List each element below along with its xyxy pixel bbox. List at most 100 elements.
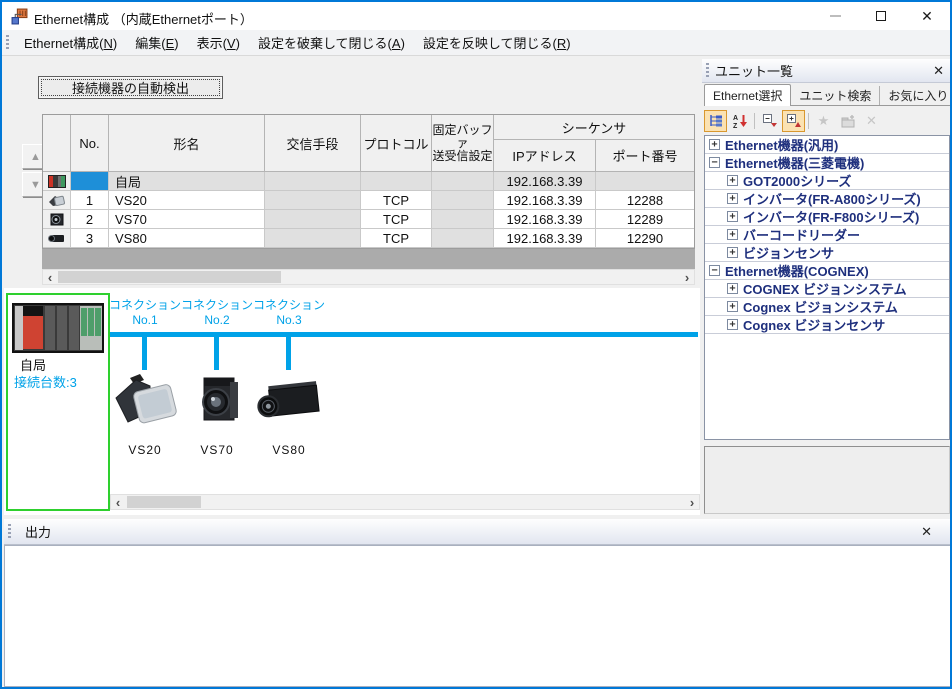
unit-list-tabs: Ethernet選択 ユニット検索 お気に入り <box>704 85 950 106</box>
expand-all-button[interactable] <box>782 110 805 132</box>
tree-item-cognex-vision-system-caps[interactable]: + COGNEX ビジョンシステム <box>705 280 949 298</box>
device-image-vs70[interactable] <box>190 372 246 428</box>
cell-no[interactable]: 1 <box>71 191 109 210</box>
cell-protocol[interactable]: TCP <box>361 210 432 229</box>
host-connection-count: 接続台数:3 <box>14 372 77 391</box>
device-image-vs20[interactable] <box>110 368 180 432</box>
expand-box-icon[interactable]: + <box>727 193 738 204</box>
row-icon-cell <box>43 191 71 210</box>
cell-fixed-buffer[interactable] <box>432 172 494 191</box>
collapse-all-button[interactable] <box>758 110 781 132</box>
expand-box-icon[interactable]: + <box>727 247 738 258</box>
unit-list-close-icon[interactable]: ✕ <box>933 64 944 77</box>
cell-fixed-buffer[interactable] <box>432 210 494 229</box>
menu-edit[interactable]: 編集(E) <box>126 29 187 56</box>
cell-fixed-buffer[interactable] <box>432 191 494 210</box>
minimize-button[interactable] <box>812 2 858 30</box>
tree-item-got2000[interactable]: + GOT2000シリーズ <box>705 172 949 190</box>
connection-drop-line <box>286 337 291 370</box>
cell-protocol[interactable] <box>361 172 432 191</box>
host-station-box[interactable]: 自局 接続台数:3 <box>6 293 110 511</box>
cell-port[interactable]: 12288 <box>596 191 694 210</box>
expand-box-icon[interactable]: + <box>727 229 738 240</box>
cell-protocol[interactable]: TCP <box>361 191 432 210</box>
unit-list-grip[interactable] <box>706 63 709 78</box>
connection-drop-line <box>214 337 219 370</box>
display-format-button[interactable] <box>704 110 727 132</box>
header-comm: 交信手段 <box>265 115 361 172</box>
cell-model[interactable]: VS70 <box>109 210 265 229</box>
tree-item-ethernet-cognex[interactable]: − Ethernet機器(COGNEX) <box>705 262 949 280</box>
close-button[interactable]: ✕ <box>904 2 950 30</box>
cell-no[interactable]: 3 <box>71 229 109 248</box>
expand-box-icon[interactable]: + <box>727 301 738 312</box>
cell-comm[interactable] <box>265 191 361 210</box>
menu-ethernet-config[interactable]: Ethernet構成(N) <box>15 29 126 56</box>
unit-list-toolbar: A Z ★ <box>704 108 950 134</box>
expand-box-icon[interactable]: + <box>727 175 738 186</box>
cell-comm[interactable] <box>265 229 361 248</box>
cell-no[interactable]: 2 <box>71 210 109 229</box>
sort-az-icon: A Z <box>732 113 748 129</box>
cell-model[interactable]: VS80 <box>109 229 265 248</box>
output-grip[interactable] <box>8 524 11 539</box>
cell-model[interactable]: 自局 <box>109 172 265 191</box>
tree-item-inverter-frf800[interactable]: + インバータ(FR-F800シリーズ) <box>705 208 949 226</box>
menubar-grip[interactable] <box>6 35 9 50</box>
tree-item-barcode-reader[interactable]: + バーコードリーダー <box>705 226 949 244</box>
tree-item-inverter-fra800[interactable]: + インバータ(FR-A800シリーズ) <box>705 190 949 208</box>
cell-protocol[interactable]: TCP <box>361 229 432 248</box>
tab-unit-search[interactable]: ユニット検索 <box>791 86 880 105</box>
tree-item-cognex-vision-sensor[interactable]: + Cognex ビジョンセンサ <box>705 316 949 334</box>
menu-apply-close[interactable]: 設定を反映して閉じる(R) <box>414 29 580 56</box>
cell-port[interactable] <box>596 172 694 191</box>
device-image-vs80[interactable] <box>256 378 324 426</box>
cell-ip[interactable]: 192.168.3.39 <box>494 229 596 248</box>
tree-item-ethernet-mitsubishi[interactable]: − Ethernet機器(三菱電機) <box>705 154 949 172</box>
cell-fixed-buffer[interactable] <box>432 229 494 248</box>
output-close-icon[interactable]: ✕ <box>921 525 932 538</box>
scroll-right-icon[interactable]: › <box>685 495 699 509</box>
expand-box-icon[interactable]: + <box>727 283 738 294</box>
tree-item-vision-sensor[interactable]: + ビジョンセンサ <box>705 244 949 262</box>
unit-info-box <box>704 446 950 514</box>
cell-comm[interactable] <box>265 172 361 191</box>
tree-item-cognex-vision-system[interactable]: + Cognex ビジョンシステム <box>705 298 949 316</box>
collapse-box-icon[interactable]: − <box>709 157 720 168</box>
favorite-button[interactable]: ★ <box>812 110 835 132</box>
cell-ip[interactable]: 192.168.3.39 <box>494 172 596 191</box>
menu-view[interactable]: 表示(V) <box>188 29 249 56</box>
maximize-button[interactable] <box>858 2 904 30</box>
cell-ip[interactable]: 192.168.3.39 <box>494 210 596 229</box>
vision-camera-icon <box>48 212 65 226</box>
tab-ethernet-select[interactable]: Ethernet選択 <box>704 84 791 106</box>
auto-detect-button-label: 接続機器の自動検出 <box>41 79 220 96</box>
plc-rack-image <box>12 303 104 353</box>
scroll-left-icon[interactable]: ‹ <box>43 270 57 284</box>
collapse-box-icon[interactable]: − <box>709 265 720 276</box>
expand-box-icon[interactable]: + <box>709 139 720 150</box>
cell-comm[interactable] <box>265 210 361 229</box>
diagram-hscrollbar[interactable]: ‹ › <box>110 494 700 510</box>
scrollbar-thumb[interactable] <box>58 271 281 283</box>
menu-discard-close[interactable]: 設定を破棄して閉じる(A) <box>249 29 414 56</box>
expand-box-icon[interactable]: + <box>727 211 738 222</box>
cell-ip[interactable]: 192.168.3.39 <box>494 191 596 210</box>
tab-favorites[interactable]: お気に入り <box>880 86 952 105</box>
cell-port[interactable]: 12289 <box>596 210 694 229</box>
scroll-right-icon[interactable]: › <box>680 270 694 284</box>
delete-button[interactable]: ✕ <box>860 110 883 132</box>
expand-box-icon[interactable]: + <box>727 319 738 330</box>
auto-detect-button[interactable]: 接続機器の自動検出 <box>38 76 223 99</box>
tree-item-ethernet-generic[interactable]: + Ethernet機器(汎用) <box>705 136 949 154</box>
scrollbar-thumb[interactable] <box>127 496 201 508</box>
cell-no-selected[interactable] <box>71 172 109 191</box>
table-hscrollbar[interactable]: ‹ › <box>42 269 695 285</box>
cell-port[interactable]: 12290 <box>596 229 694 248</box>
sort-button[interactable]: A Z <box>728 110 751 132</box>
collapse-all-icon <box>762 113 778 129</box>
add-favorite-button[interactable] <box>836 110 859 132</box>
cell-model[interactable]: VS20 <box>109 191 265 210</box>
menu-bar: Ethernet構成(N) 編集(E) 表示(V) 設定を破棄して閉じる(A) … <box>2 30 950 56</box>
scroll-left-icon[interactable]: ‹ <box>111 495 125 509</box>
